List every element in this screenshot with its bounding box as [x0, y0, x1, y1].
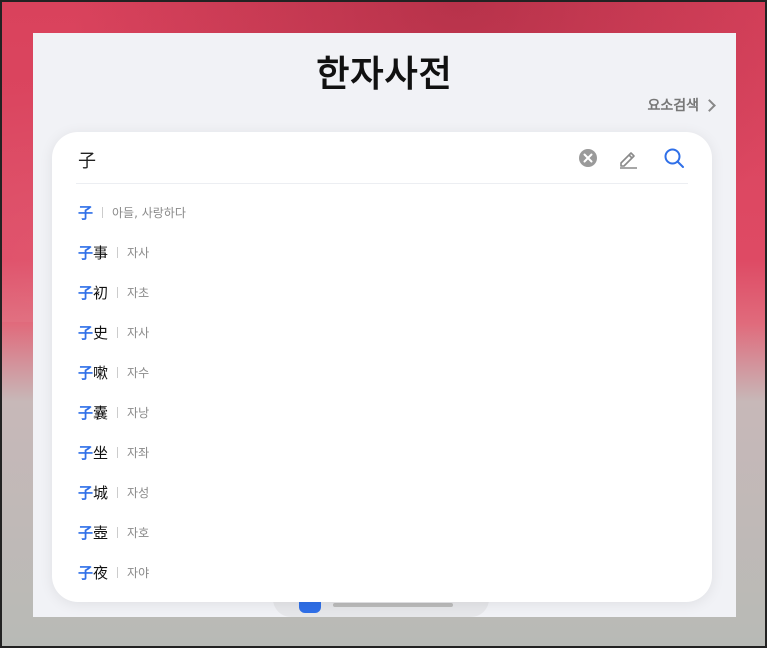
suggestion-reading: 자사	[127, 325, 150, 340]
element-search-label: 요소검색	[647, 98, 699, 114]
search-card: 子 아들, 사랑하다 子 事 자사 子 初 자초 子 史 자사 子 嗽 자수	[52, 132, 712, 602]
suggestion-item[interactable]: 子 囊 자낭	[78, 392, 688, 432]
suggestion-highlight: 子	[78, 243, 94, 262]
suggestion-separator	[102, 206, 104, 218]
suggestion-reading: 자호	[127, 525, 150, 540]
suggestion-rest: 坐	[93, 443, 109, 462]
suggestion-highlight: 子	[78, 403, 94, 422]
suggestion-item[interactable]: 子 夜 자야	[78, 552, 688, 592]
suggestion-rest: 史	[93, 323, 109, 342]
chevron-right-icon	[703, 98, 716, 112]
suggestion-item[interactable]: 子 城 자성	[78, 472, 688, 512]
suggestion-reading: 자좌	[127, 445, 150, 460]
suggestion-rest: 城	[93, 483, 109, 502]
element-search-link[interactable]: 요소검색	[647, 95, 716, 115]
suggestion-rest: 囊	[93, 403, 109, 422]
suggestion-reading: 자사	[127, 245, 150, 260]
suggestion-item[interactable]: 子 坐 자좌	[78, 432, 688, 472]
suggestion-separator	[117, 286, 119, 298]
suggestion-reading: 자초	[127, 285, 150, 300]
suggestion-rest: 嗽	[93, 363, 109, 382]
search-input[interactable]	[76, 144, 560, 176]
suggestion-item[interactable]: 子 史 자사	[78, 312, 688, 352]
magnifier-icon[interactable]	[662, 146, 686, 170]
suggestion-list: 子 아들, 사랑하다 子 事 자사 子 初 자초 子 史 자사 子 嗽 자수 子…	[78, 192, 688, 592]
suggestion-highlight: 子	[78, 283, 94, 302]
pill-text-placeholder	[333, 603, 453, 607]
suggestion-item[interactable]: 子 事 자사	[78, 232, 688, 272]
suggestion-separator	[117, 486, 119, 498]
suggestion-separator	[117, 366, 119, 378]
suggestion-rest: 夜	[93, 563, 109, 582]
suggestion-reading: 자야	[127, 565, 150, 580]
suggestion-highlight: 子	[78, 323, 94, 342]
suggestion-highlight: 子	[78, 483, 94, 502]
suggestion-separator	[117, 326, 119, 338]
suggestion-rest: 事	[93, 243, 109, 262]
suggestion-reading: 자낭	[127, 405, 150, 420]
page-title: 한자사전	[316, 54, 453, 95]
suggestion-reading: 자수	[127, 365, 150, 380]
suggestion-separator	[117, 446, 119, 458]
pencil-icon[interactable]	[616, 146, 640, 170]
suggestion-highlight: 子	[78, 203, 94, 222]
suggestion-separator	[117, 566, 119, 578]
suggestion-highlight: 子	[78, 523, 94, 542]
suggestion-reading: 자성	[127, 485, 150, 500]
suggestion-highlight: 子	[78, 563, 94, 582]
search-bar	[52, 132, 712, 184]
suggestion-highlight: 子	[78, 363, 94, 382]
suggestion-item[interactable]: 子 嗽 자수	[78, 352, 688, 392]
search-divider	[76, 183, 688, 184]
clear-circle-icon[interactable]	[576, 146, 600, 170]
suggestion-highlight: 子	[78, 443, 94, 462]
suggestion-item[interactable]: 子 아들, 사랑하다	[78, 192, 688, 232]
suggestion-item[interactable]: 子 壺 자호	[78, 512, 688, 552]
suggestion-separator	[117, 526, 119, 538]
suggestion-reading: 아들, 사랑하다	[112, 205, 186, 220]
suggestion-separator	[117, 246, 119, 258]
suggestion-rest: 初	[93, 283, 109, 302]
suggestion-rest: 壺	[93, 523, 109, 542]
suggestion-separator	[117, 406, 119, 418]
suggestion-item[interactable]: 子 初 자초	[78, 272, 688, 312]
